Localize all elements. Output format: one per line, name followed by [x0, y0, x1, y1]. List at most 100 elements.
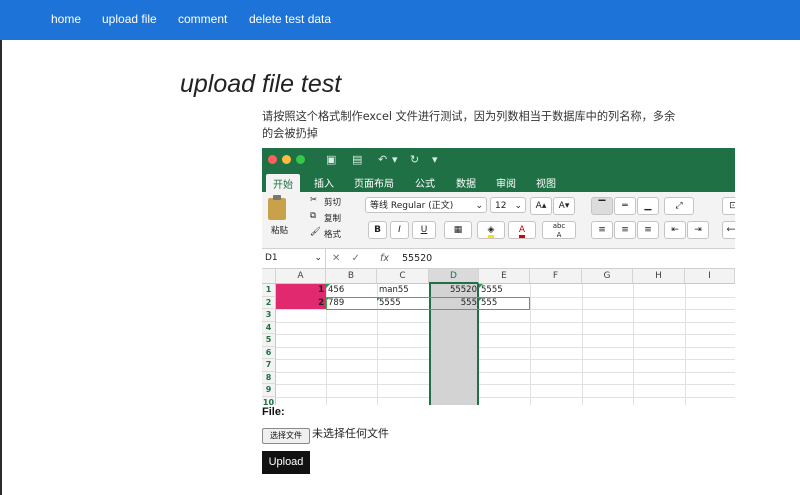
font-name-chevron-down-icon: ⌄: [475, 201, 483, 211]
cell-d1: 55520: [449, 285, 477, 295]
column-header: F: [530, 269, 582, 284]
align-bottom-icon: ▁: [637, 197, 659, 215]
cell-e1: 5555: [481, 285, 503, 295]
row-header: 6: [262, 346, 276, 359]
redo-icon: ↻: [410, 153, 420, 166]
align-right-icon: ≡: [637, 221, 659, 239]
column-header: H: [633, 269, 685, 284]
grow-font-button: A▴: [530, 197, 552, 215]
ribbon-tab-review: 审阅: [496, 179, 516, 190]
save-icon: ▤: [352, 153, 363, 166]
text-number-indicator-icon: [479, 284, 483, 288]
column-header: A: [276, 269, 326, 284]
column-header: B: [326, 269, 377, 284]
ribbon-tab-insert: 插入: [314, 179, 334, 190]
align-left-icon: ≡: [591, 221, 613, 239]
font-name-select: 等线 Regular (正文) ⌄: [365, 197, 487, 213]
format-painter-label: 格式: [324, 230, 342, 240]
font-name-value: 等线 Regular (正文): [370, 201, 454, 211]
ribbon-tab-view: 视图: [536, 179, 556, 190]
sidebar-toggle-icon: ▣: [326, 153, 337, 166]
align-middle-icon: ═: [614, 197, 636, 215]
name-box: D1 ⌄: [262, 249, 326, 268]
window-close-icon: [268, 155, 277, 164]
page-title: upload file test: [180, 70, 342, 98]
cut-label: 剪切: [324, 198, 342, 208]
decrease-indent-icon: ⇤: [664, 221, 686, 239]
increase-indent-icon: ⇥: [687, 221, 709, 239]
column-header: E: [479, 269, 530, 284]
ribbon-tab-data: 数据: [456, 179, 476, 190]
align-center-icon: ≡: [614, 221, 636, 239]
phonetic-label: abc: [552, 222, 566, 230]
font-color-icon: A: [508, 221, 536, 239]
italic-button: I: [390, 221, 409, 239]
excel-ribbon: 粘贴 ✂ 剪切 ⧉ 复制 🖌 格式 等线 Regular (正文) ⌄ 12 ⌄…: [262, 192, 735, 249]
orientation-icon: ⤢: [664, 197, 694, 215]
row-header: 7: [262, 359, 276, 372]
copy-icon: ⧉: [310, 211, 317, 221]
formula-bar: D1 ⌄ ✕ ✓ fx 55520: [262, 249, 735, 269]
spreadsheet-grid: A B C D E F G H I 1 2 3 4 5 6 7 8 9 10 1…: [262, 269, 735, 405]
row-header: 3: [262, 309, 276, 322]
excel-titlebar: ▣ ▤ ↶ ▾ ↻ ▾: [262, 148, 735, 172]
wrap-text-icon: ⊡: [722, 197, 735, 215]
row-2-selection-outline: [326, 296, 530, 310]
row-header: 1: [262, 284, 276, 297]
window-minimize-icon: [282, 155, 291, 164]
row-header: 2: [262, 296, 276, 309]
undo-icon: ↶: [378, 153, 388, 166]
column-header: C: [377, 269, 429, 284]
nav-delete-test-data-link[interactable]: delete test data: [249, 12, 331, 26]
cell-a1: 1: [318, 285, 324, 295]
customize-toolbar-icon: ▾: [432, 153, 438, 166]
ribbon-tab-page-layout: 页面布局: [354, 179, 394, 190]
nav-comment-link[interactable]: comment: [178, 12, 227, 26]
nav-upload-file-link[interactable]: upload file: [102, 12, 157, 26]
font-size-chevron-down-icon: ⌄: [514, 201, 522, 211]
ribbon-tab-home: 开始: [266, 174, 300, 194]
corner-header: [262, 269, 276, 284]
shrink-font-button: A▾: [553, 197, 575, 215]
excel-format-screenshot: ▣ ▤ ↶ ▾ ↻ ▾ 开始 插入 页面布局 公式 数据 审阅 视图 粘贴 ✂ …: [262, 148, 735, 405]
row-header: 10: [262, 396, 276, 405]
name-box-chevron-down-icon: ⌄: [314, 253, 322, 263]
fill-color-icon: ◈: [477, 221, 505, 239]
cell-b1: 456: [328, 285, 345, 295]
paste-label: 粘贴: [271, 226, 289, 236]
row-header: 5: [262, 334, 276, 347]
row-header: 9: [262, 384, 276, 397]
bold-button: B: [368, 221, 387, 239]
column-header: I: [685, 269, 735, 284]
cell-c1: man55: [379, 285, 409, 295]
excel-ribbon-tabs: 开始 插入 页面布局 公式 数据 审阅 视图: [262, 172, 735, 194]
borders-icon: ▦: [444, 221, 472, 239]
column-header-selected: D: [429, 269, 479, 284]
top-navbar: home upload file comment delete test dat…: [0, 0, 800, 40]
column-header: G: [582, 269, 633, 284]
phonetic-guide-icon: abc A: [542, 221, 576, 239]
cancel-confirm-icons: ✕ ✓: [332, 253, 364, 264]
formula-value: 55520: [402, 253, 433, 264]
nav-home-link[interactable]: home: [51, 12, 81, 26]
row-header: 4: [262, 321, 276, 334]
name-box-value: D1: [265, 253, 278, 263]
choose-file-button[interactable]: 选择文件: [262, 428, 310, 444]
text-number-indicator-icon: [326, 284, 330, 288]
row-header: 8: [262, 371, 276, 384]
cut-icon: ✂: [310, 195, 318, 205]
font-size-select: 12 ⌄: [490, 197, 526, 213]
underline-button: U: [412, 221, 436, 239]
merge-cells-icon: ⟷: [722, 221, 735, 239]
copy-label: 复制: [324, 214, 342, 224]
page-description: 请按照这个格式制作excel 文件进行测试，因为列数相当于数据库中的列名称，多余…: [262, 110, 676, 140]
fx-icon: fx: [380, 253, 389, 264]
undo-dropdown-icon: ▾: [392, 153, 398, 166]
cell-a2: 2: [318, 297, 324, 308]
format-painter-icon: 🖌: [310, 227, 321, 237]
font-size-value: 12: [495, 201, 507, 211]
window-zoom-icon: [296, 155, 305, 164]
no-file-selected-text: 未选择任何文件: [312, 427, 389, 440]
ribbon-tab-formulas: 公式: [415, 179, 435, 190]
upload-button[interactable]: Upload: [262, 451, 310, 474]
